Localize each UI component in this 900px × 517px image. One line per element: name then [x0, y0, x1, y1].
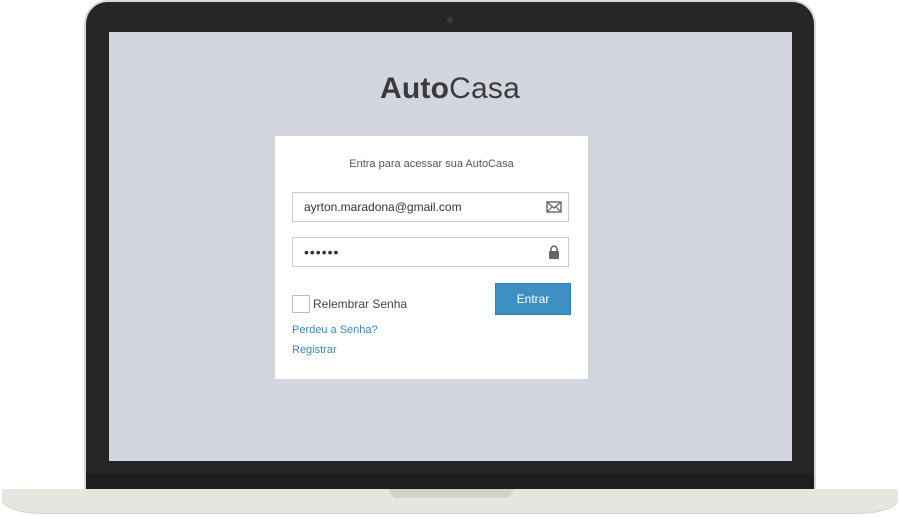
password-input[interactable]: [293, 238, 544, 266]
forgot-password-link[interactable]: Perdeu a Senha?: [292, 324, 378, 336]
brand-name-bold: Auto: [380, 72, 450, 105]
brand-name-light: Casa: [449, 72, 520, 105]
login-button[interactable]: Entrar: [495, 283, 571, 315]
brand-logo: AutoCasa: [0, 72, 900, 106]
laptop-base-notch: [389, 489, 513, 498]
remember-checkbox[interactable]: [292, 294, 310, 313]
lock-icon: [549, 245, 559, 259]
webcam: [447, 17, 453, 23]
login-subtitle: Entra para acessar sua AutoCasa: [349, 158, 514, 170]
login-card: Entra para acessar sua AutoCasa Relembra…: [275, 136, 588, 379]
remember-password[interactable]: Relembrar Senha: [292, 293, 407, 314]
envelope-icon: [546, 201, 562, 213]
password-field[interactable]: [292, 237, 569, 267]
email-input[interactable]: [293, 193, 544, 221]
remember-label: Relembrar Senha: [313, 296, 408, 311]
laptop-bezel-bottom: [86, 473, 814, 490]
email-field[interactable]: [292, 192, 569, 222]
register-link[interactable]: Registrar: [292, 344, 337, 356]
